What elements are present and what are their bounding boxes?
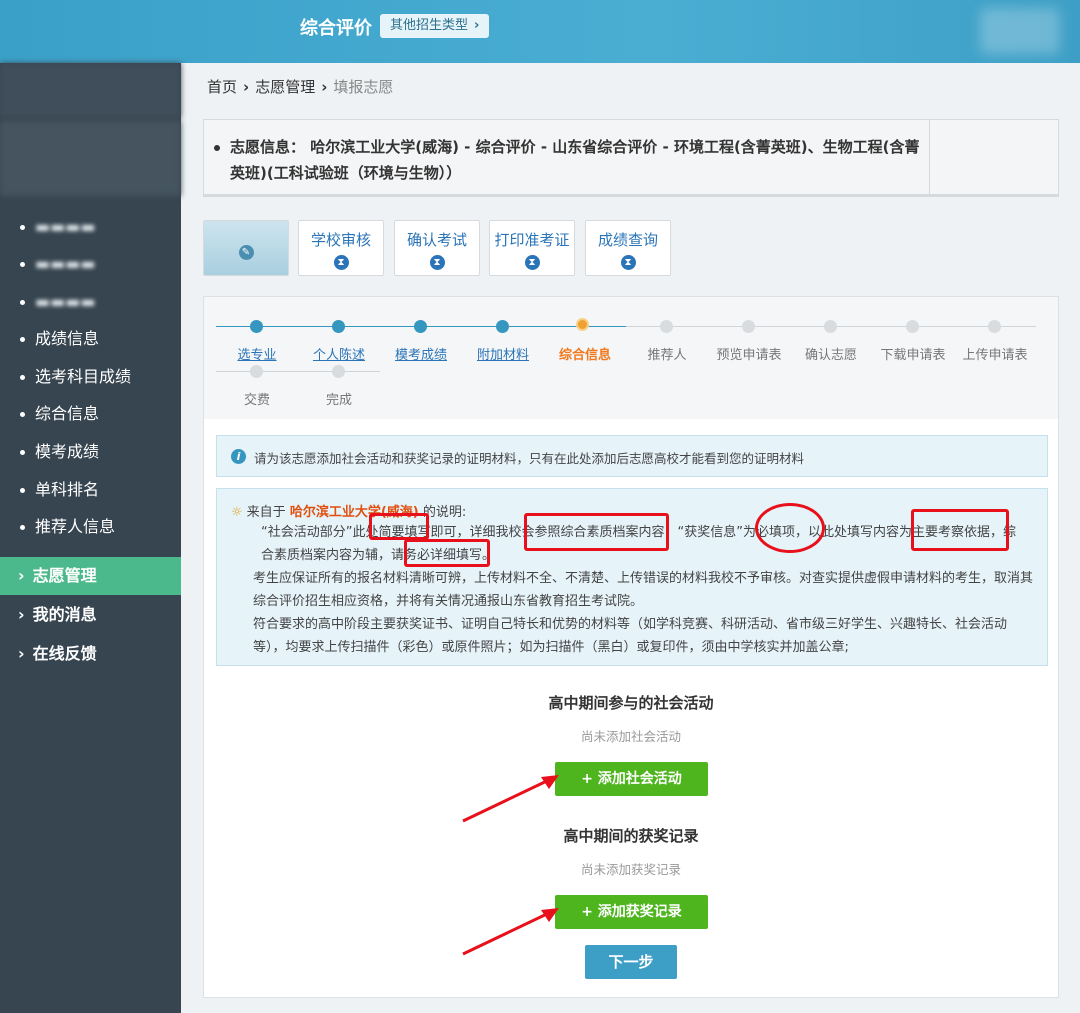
chevron-right-icon: › [18, 566, 25, 585]
menu-application-management[interactable]: › 志愿管理 [0, 557, 181, 595]
sidebar-item-elective-scores[interactable]: 选考科目成绩 [20, 365, 131, 389]
page-title: 综合评价 [300, 18, 372, 39]
bullet-icon [20, 488, 25, 493]
tab-school-review[interactable]: 学校审核 ⧗ [298, 220, 384, 276]
annotation-arrow [462, 775, 559, 823]
annotation-box [404, 539, 490, 567]
hourglass-icon: ⧗ [620, 255, 636, 270]
blurred-user-block [0, 63, 181, 118]
progress-steps: 选专业 个人陈述 模考成绩 附加材料 综合信息 推荐人 预览申请表 确认志愿 下… [204, 297, 1058, 419]
annotation-circle [755, 503, 825, 553]
application-info-card: 志愿信息： 哈尔滨工业大学(威海) - 综合评价 - 山东省综合评价 - 环境工… [203, 119, 1059, 197]
lightbulb-icon: ☼ [231, 505, 243, 520]
sidebar-item-blurred-2[interactable]: ▬▬▬▬ [20, 252, 95, 276]
other-admission-type-button[interactable]: 其他招生类型 › [380, 14, 490, 38]
blurred-user-info [0, 121, 181, 196]
sidebar: ▬▬▬▬ ▬▬▬▬ ▬▬▬▬ 成绩信息 选考科目成绩 综合信息 模考成绩 单科排… [0, 63, 181, 1013]
chevron-right-icon: › [243, 78, 250, 96]
awards-title: 高中期间的获奖记录 [563, 827, 699, 845]
next-step-button[interactable]: 下一步 [585, 945, 677, 979]
blurred-avatar [980, 8, 1060, 54]
chevron-right-icon: › [18, 605, 25, 624]
main-content: 首页 › 志愿管理 › 填报志愿 志愿信息： 哈尔滨工业大学(威海) - 综合评价 - … [181, 63, 1080, 1013]
notice-box: i 请为该志愿添加社会活动和获奖记录的证明材料，只有在此处添加后志愿高校才能看到… [216, 435, 1048, 477]
add-award-button[interactable]: + 添加获奖记录 [555, 895, 708, 929]
sidebar-item-scores[interactable]: 成绩信息 [20, 327, 99, 351]
info-icon: i [231, 449, 246, 464]
annotation-box [911, 509, 1009, 551]
chevron-right-icon: › [474, 18, 480, 33]
social-activities-title: 高中期间参与的社会活动 [548, 694, 714, 712]
bullet-icon [20, 525, 25, 530]
application-info-text: 志愿信息： 哈尔滨工业大学(威海) - 综合评价 - 山东省综合评价 - 环境工… [214, 134, 934, 186]
chevron-right-icon: › [18, 644, 25, 663]
description-paragraph-3: 符合要求的高中阶段主要获奖证书、证明自己特长和优势的材料等（如学科竞赛、科研活动… [253, 617, 1008, 655]
notice-text: 请为该志愿添加社会活动和获奖记录的证明材料，只有在此处添加后志愿高校才能看到您的… [254, 451, 805, 466]
sidebar-item-mock-scores[interactable]: 模考成绩 [20, 440, 99, 464]
annotation-arrow [462, 908, 559, 956]
description-paragraph-2: 考生应保证所有的报名材料清晰可辨，上传材料不全、不清楚、上传错误的材料我校不予审… [253, 571, 1034, 609]
sidebar-item-blurred-1[interactable]: ▬▬▬▬ [20, 215, 95, 239]
breadcrumb-home[interactable]: 首页 [207, 78, 237, 96]
sidebar-item-blurred-3[interactable]: ▬▬▬▬ [20, 290, 95, 314]
breadcrumb-current: 填报志愿 [333, 78, 394, 96]
bullet-icon [20, 412, 25, 417]
tab-score-query[interactable]: 成绩查询 ⧗ [585, 220, 671, 276]
content-panel: 选专业 个人陈述 模考成绩 附加材料 综合信息 推荐人 预览申请表 确认志愿 下… [203, 296, 1059, 998]
breadcrumb: 首页 › 志愿管理 › 填报志愿 [207, 76, 393, 97]
hourglass-icon: ⧗ [429, 255, 445, 270]
awards-empty: 尚未添加获奖记录 [580, 862, 681, 877]
bullet-icon [20, 337, 25, 342]
description-header: ☼ 来自于 哈尔滨工业大学(威海) 的说明: [231, 505, 467, 520]
social-activities-empty: 尚未添加社会活动 [580, 729, 681, 744]
top-header: 综合评价 其他招生类型 › [0, 0, 1080, 63]
tab-print-admission-ticket[interactable]: 打印准考证 ⧗ [489, 220, 575, 276]
card-divider [929, 120, 930, 195]
menu-online-feedback[interactable]: › 在线反馈 [0, 635, 181, 673]
bullet-icon [20, 450, 25, 455]
chevron-right-icon: › [321, 78, 328, 96]
annotation-box [369, 513, 429, 540]
annotation-box [524, 513, 669, 551]
tab-confirm-exam[interactable]: 确认考试 ⧗ [394, 220, 480, 276]
bullet-icon [20, 375, 25, 380]
other-admission-type-label: 其他招生类型 [390, 18, 469, 33]
school-description-box: ☼ 来自于 哈尔滨工业大学(威海) 的说明: “社会活动部分”此处简要填写即可，详… [216, 488, 1048, 666]
tab-application[interactable]: ✎ [203, 220, 289, 276]
bullet-icon [214, 144, 220, 151]
hourglass-icon: ⧗ [333, 255, 349, 270]
edit-icon: ✎ [238, 245, 254, 260]
breadcrumb-section[interactable]: 志愿管理 [255, 78, 315, 96]
add-social-activity-button[interactable]: + 添加社会活动 [555, 762, 708, 796]
sidebar-item-comprehensive[interactable]: 综合信息 [20, 402, 99, 426]
hourglass-icon: ⧗ [524, 255, 540, 270]
menu-my-messages[interactable]: › 我的消息 [0, 596, 181, 634]
sidebar-item-subject-rank[interactable]: 单科排名 [20, 478, 99, 502]
sidebar-item-recommender[interactable]: 推荐人信息 [20, 515, 115, 539]
